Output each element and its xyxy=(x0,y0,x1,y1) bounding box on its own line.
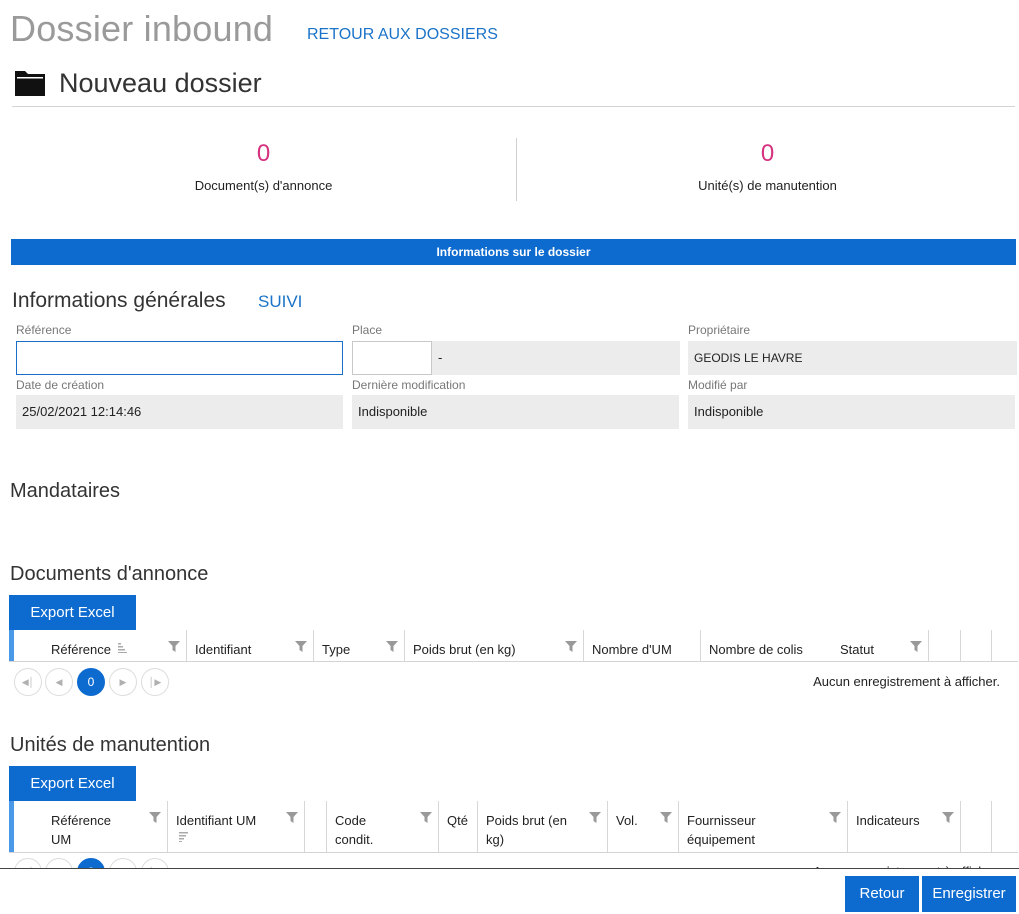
col-identifiant-um-label: Identifiant UM xyxy=(176,813,257,828)
place-input[interactable] xyxy=(352,341,432,375)
col-poids-brut[interactable]: Poids brut (en kg) xyxy=(478,801,608,852)
documents-pager: ◀│ ◀ 0 ▶ │▶ Aucun enregistrement à affic… xyxy=(0,666,1019,698)
col-identifiant[interactable]: Identifiant xyxy=(187,630,314,661)
filter-icon[interactable] xyxy=(910,641,922,652)
col-statut-label: Statut xyxy=(840,642,874,657)
col-vol[interactable]: Vol. xyxy=(608,801,679,852)
col-reference[interactable]: Référence xyxy=(14,630,187,661)
filter-icon[interactable] xyxy=(660,812,672,823)
col-type[interactable]: Type xyxy=(314,630,405,661)
place-suffix: - xyxy=(432,341,680,375)
col-nombre-colis-label: Nombre de colis xyxy=(709,642,803,657)
created-value: 25/02/2021 12:14:46 xyxy=(16,395,343,429)
filter-icon[interactable] xyxy=(829,812,841,823)
col-identifiant-label: Identifiant xyxy=(195,642,252,657)
col-poids[interactable]: Poids brut (en kg) xyxy=(405,630,584,661)
documents-export-excel-button[interactable]: Export Excel xyxy=(9,595,136,630)
col-nombre-colis[interactable]: Nombre de colis xyxy=(701,630,832,661)
units-title: Unités de manutention xyxy=(10,734,211,756)
col-identifiant-um[interactable]: Identifiant UM xyxy=(168,801,305,852)
filter-icon[interactable] xyxy=(420,812,432,823)
col-fournisseur-label: Fournisseur équipement xyxy=(687,813,756,847)
documents-count-label: Document(s) d'annonce xyxy=(194,177,333,193)
col-qte-label: Qté xyxy=(447,813,468,828)
owner-label: Propriétaire xyxy=(688,323,751,337)
col-nombre-um[interactable]: Nombre d'UM xyxy=(584,630,701,661)
tab-suivi[interactable]: SUIVI xyxy=(258,292,302,312)
col-code-condit-label: Code condit. xyxy=(335,813,374,847)
col-qte[interactable]: Qté xyxy=(439,801,478,852)
modified-by-value: Indisponible xyxy=(688,395,1015,429)
filter-icon[interactable] xyxy=(149,812,161,823)
filter-icon[interactable] xyxy=(386,641,398,652)
sort-icon xyxy=(179,832,188,842)
documents-title: Documents d'annonce xyxy=(10,563,209,585)
col-poids-brut-label: Poids brut (en kg) xyxy=(486,813,567,847)
filter-icon[interactable] xyxy=(286,812,298,823)
documents-count: 0 xyxy=(256,140,271,167)
last-modified-value: Indisponible xyxy=(352,395,679,429)
filter-icon[interactable] xyxy=(295,641,307,652)
header-divider xyxy=(12,106,1015,107)
filter-icon[interactable] xyxy=(565,641,577,652)
save-button[interactable]: Enregistrer xyxy=(922,876,1016,912)
reference-label: Référence xyxy=(16,323,72,337)
col-reference-um[interactable]: Référence UM xyxy=(14,801,168,852)
filter-icon[interactable] xyxy=(942,812,954,823)
documents-empty-message: Aucun enregistrement à afficher. xyxy=(813,674,1000,689)
place-label: Place xyxy=(352,323,383,337)
back-to-folders-link[interactable]: RETOUR AUX DOSSIERS xyxy=(307,26,498,44)
folder-subtitle: Nouveau dossier xyxy=(59,68,262,98)
col-indicateurs-label: Indicateurs xyxy=(856,813,920,828)
general-info-title: Informations générales xyxy=(12,289,226,312)
col-reference-um-label: Référence UM xyxy=(51,813,111,847)
next-page-icon[interactable]: ▶ xyxy=(109,668,137,696)
page-title: Dossier inbound xyxy=(10,8,274,49)
current-page[interactable]: 0 xyxy=(77,668,105,696)
modified-by-label: Modifié par xyxy=(688,378,748,392)
col-indicateurs[interactable]: Indicateurs xyxy=(848,801,961,852)
col-type-label: Type xyxy=(322,642,351,657)
units-grid-header: Référence UM Identifiant UM Code condit.… xyxy=(9,801,1018,853)
col-fournisseur[interactable]: Fournisseur équipement xyxy=(679,801,848,852)
owner-value: GEODIS LE HAVRE xyxy=(688,341,1017,375)
documents-counter: 0 Document(s) d'annonce xyxy=(11,140,516,193)
first-page-icon[interactable]: ◀│ xyxy=(14,668,42,696)
folder-icon xyxy=(15,71,45,96)
filter-icon[interactable] xyxy=(589,812,601,823)
created-label: Date de création xyxy=(16,378,105,392)
col-vol-label: Vol. xyxy=(616,813,638,828)
units-export-excel-button[interactable]: Export Excel xyxy=(9,766,136,801)
col-code-condit[interactable]: Code condit. xyxy=(327,801,439,852)
last-modified-label: Dernière modification xyxy=(352,378,466,392)
col-extra xyxy=(929,630,961,661)
col-reference-label: Référence xyxy=(51,642,111,657)
last-page-icon[interactable]: │▶ xyxy=(141,668,169,696)
prev-page-icon[interactable]: ◀ xyxy=(45,668,73,696)
back-button[interactable]: Retour xyxy=(845,876,919,912)
reference-input[interactable] xyxy=(16,341,343,375)
mandataires-title: Mandataires xyxy=(10,480,121,502)
units-count-label: Unité(s) de manutention xyxy=(698,177,837,193)
col-extra xyxy=(961,630,992,661)
folder-info-bar[interactable]: Informations sur le dossier xyxy=(11,239,1016,265)
units-count: 0 xyxy=(760,140,775,167)
col-poids-label: Poids brut (en kg) xyxy=(413,642,516,657)
documents-grid-header: Référence Identifiant Type Poids brut (e… xyxy=(9,630,1018,662)
col-nombre-um-label: Nombre d'UM xyxy=(592,642,672,657)
sort-icon xyxy=(118,643,127,653)
filter-icon[interactable] xyxy=(168,641,180,652)
col-extra xyxy=(961,801,992,852)
units-counter: 0 Unité(s) de manutention xyxy=(515,140,1019,193)
col-statut[interactable]: Statut xyxy=(832,630,929,661)
col-spacer xyxy=(305,801,327,852)
